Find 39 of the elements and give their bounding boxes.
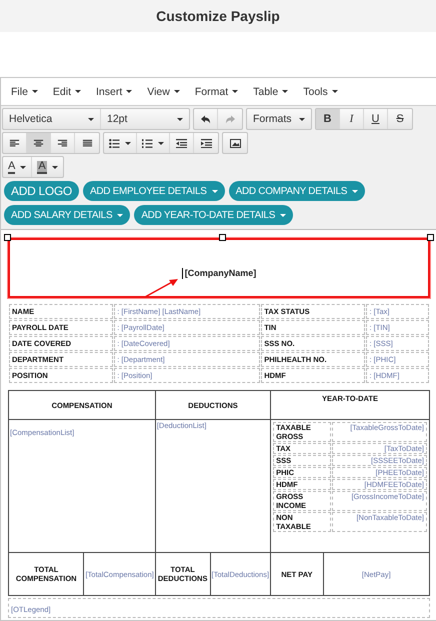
align-center-icon bbox=[33, 138, 44, 148]
align-left-icon bbox=[9, 138, 20, 148]
undo-icon bbox=[200, 114, 211, 124]
menu-item[interactable]: Edit bbox=[46, 86, 90, 98]
outdent-icon bbox=[176, 138, 187, 148]
redo-icon bbox=[224, 114, 236, 124]
strike-button[interactable]: S bbox=[388, 109, 412, 129]
insert-button[interactable]: ADD COMPANY DETAILS bbox=[228, 181, 366, 201]
company-name-field: [CompanyName] bbox=[184, 268, 256, 278]
page-title: Customize Payslip bbox=[156, 8, 280, 24]
font-size-select[interactable]: 12pt bbox=[101, 109, 189, 129]
resize-handle[interactable] bbox=[219, 234, 226, 241]
text-cursor bbox=[182, 268, 183, 278]
menu-item[interactable]: Format bbox=[188, 86, 248, 98]
menu-item[interactable]: View bbox=[141, 86, 189, 98]
menu-item[interactable]: Tools bbox=[297, 86, 347, 98]
text-color-button[interactable]: A bbox=[3, 157, 32, 177]
underline-button[interactable]: U bbox=[364, 109, 388, 129]
image-icon bbox=[230, 138, 240, 148]
resize-handle[interactable] bbox=[427, 234, 434, 241]
menu-item[interactable]: File bbox=[5, 86, 47, 98]
italic-button[interactable]: I bbox=[340, 109, 364, 129]
insert-button[interactable]: ADD SALARY DETAILS bbox=[4, 205, 130, 225]
align-justify-icon bbox=[82, 138, 92, 148]
numbered-list-icon bbox=[142, 138, 153, 148]
indent-icon bbox=[200, 138, 212, 148]
resize-handle[interactable] bbox=[4, 234, 11, 241]
bullet-list-icon bbox=[109, 138, 120, 148]
insert-button[interactable]: ADD EMPLOYEE DETAILS bbox=[82, 181, 225, 201]
menu-item[interactable]: Insert bbox=[90, 86, 142, 98]
insert-button[interactable]: ADD YEAR-TO-DATE DETAILS bbox=[134, 205, 294, 225]
menu-item[interactable]: Table bbox=[247, 86, 298, 98]
background-color-button[interactable]: A bbox=[32, 157, 63, 177]
font-family-select[interactable]: Helvetica bbox=[3, 109, 101, 129]
formats-select[interactable]: Formats bbox=[247, 109, 311, 129]
bold-button[interactable]: B bbox=[316, 109, 340, 129]
align-center-button[interactable] bbox=[27, 133, 51, 153]
align-right-icon bbox=[57, 138, 68, 148]
insert-button[interactable]: ADD LOGO bbox=[4, 181, 79, 201]
